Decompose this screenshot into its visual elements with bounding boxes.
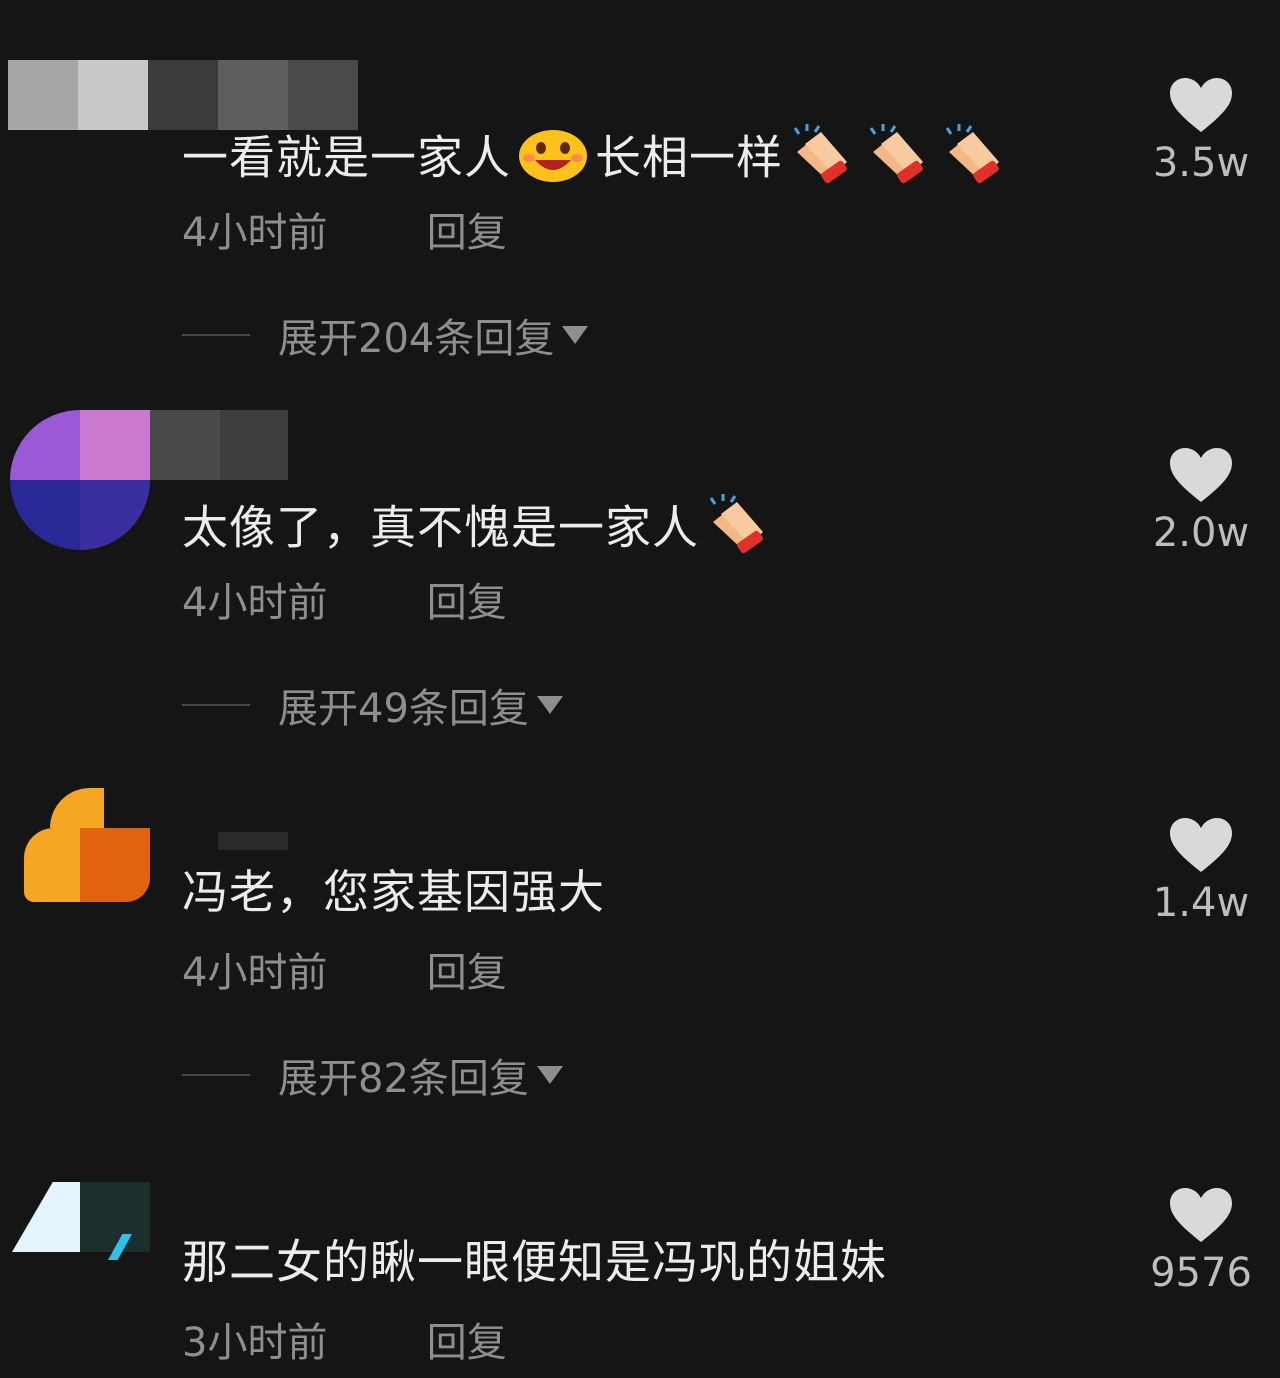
heart-icon: [1170, 1188, 1232, 1242]
reply-button[interactable]: 回复: [427, 1318, 507, 1368]
like-count: 9576: [1150, 1250, 1252, 1296]
comment-meta: 4小时前 回复: [182, 948, 507, 998]
clapping-hands-emoji: [703, 492, 771, 570]
comment-list: 一看就是一家人 长相一样 4小时前 回复 展开204条回复 3.5w 太像了，真…: [0, 0, 1280, 1378]
caret-down-icon: [536, 696, 563, 714]
comment-text-part: 太像了，真不愧是一家人: [182, 500, 699, 555]
reply-button[interactable]: 回复: [427, 578, 507, 628]
username-blurred[interactable]: [150, 410, 288, 480]
comment-text: 太像了，真不愧是一家人: [182, 492, 775, 570]
clapping-hands-emoji: [863, 122, 931, 200]
comment-meta: 4小时前 回复: [182, 578, 507, 628]
reply-button[interactable]: 回复: [427, 208, 507, 258]
comment-text: 那二女的瞅一眼便知是冯巩的姐妹: [182, 1232, 887, 1292]
comment-time: 4小时前: [182, 210, 328, 256]
like-count: 3.5w: [1152, 140, 1250, 186]
comment-text-part: 一看就是一家人: [182, 130, 511, 185]
comment-text: 一看就是一家人 长相一样: [182, 122, 1011, 200]
laughing-face-emoji: [515, 122, 591, 200]
expand-replies-label: 展开82条回复: [278, 1056, 529, 1102]
avatar[interactable]: [10, 1166, 150, 1266]
avatar[interactable]: [10, 788, 150, 928]
comment-meta: 4小时前 回复: [182, 208, 507, 258]
comment-text: 冯老，您家基因强大: [182, 862, 605, 922]
like-button[interactable]: 3.5w: [1146, 76, 1256, 186]
comment-time: 4小时前: [182, 580, 328, 626]
like-count: 2.0w: [1152, 510, 1250, 556]
comment-text-part: 长相一样: [595, 130, 783, 185]
clapping-hands-emoji: [787, 122, 855, 200]
expand-replies-button[interactable]: 展开204条回复: [182, 310, 589, 362]
comment-meta: 3小时前 回复: [182, 1318, 507, 1368]
username-blurred[interactable]: [8, 60, 358, 130]
expand-replies-label: 展开49条回复: [278, 686, 529, 732]
caret-down-icon: [562, 326, 589, 344]
comment-text-part: 那二女的瞅一眼便知是冯巩的姐妹: [182, 1235, 887, 1289]
like-button[interactable]: 2.0w: [1146, 446, 1256, 556]
like-button[interactable]: 1.4w: [1146, 816, 1256, 926]
divider-line: [182, 334, 250, 336]
divider-line: [182, 1074, 250, 1076]
divider-line: [182, 704, 250, 706]
like-count: 1.4w: [1152, 880, 1250, 926]
clapping-hands-emoji: [939, 122, 1007, 200]
heart-icon: [1170, 448, 1232, 502]
heart-icon: [1170, 78, 1232, 132]
avatar[interactable]: [10, 410, 150, 550]
expand-replies-label: 展开204条回复: [278, 316, 555, 362]
comment-time: 4小时前: [182, 950, 328, 996]
comment-text-part: 冯老，您家基因强大: [182, 865, 605, 919]
reply-button[interactable]: 回复: [427, 948, 507, 998]
expand-replies-button[interactable]: 展开49条回复: [182, 680, 563, 732]
expand-replies-button[interactable]: 展开82条回复: [182, 1050, 563, 1102]
comment-time: 3小时前: [182, 1320, 328, 1366]
heart-icon: [1170, 818, 1232, 872]
username-blurred[interactable]: [218, 832, 288, 850]
caret-down-icon: [536, 1066, 563, 1084]
like-button[interactable]: 9576: [1146, 1186, 1256, 1296]
